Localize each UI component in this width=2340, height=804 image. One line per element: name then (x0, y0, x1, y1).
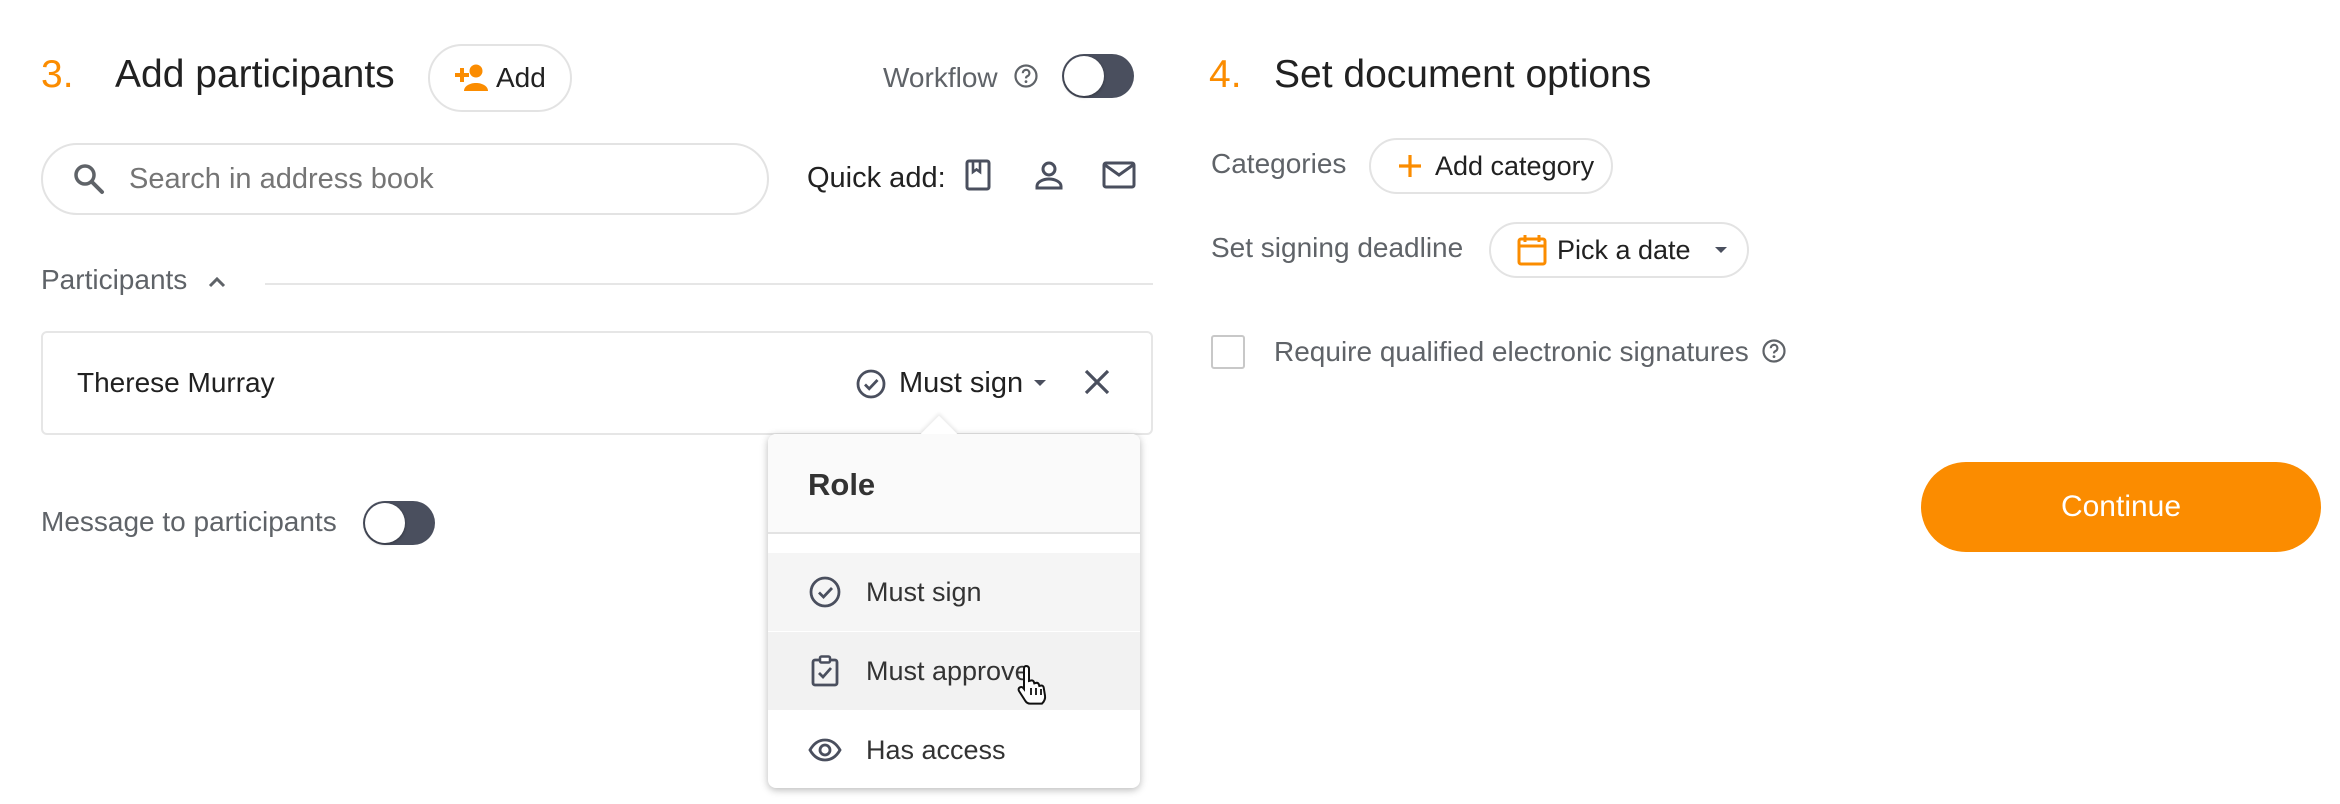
continue-button[interactable]: Continue (1921, 462, 2321, 552)
search-icon (71, 161, 107, 197)
role-option-label: Must approve (866, 655, 1030, 686)
workflow-label: Workflow (883, 62, 998, 93)
continue-button-label: Continue (2060, 490, 2182, 523)
caret-down-icon[interactable] (1032, 375, 1048, 391)
workflow-toggle[interactable] (1062, 54, 1134, 98)
address-book-search-field[interactable]: Search in address book (41, 143, 769, 215)
role-menu-header: Role (768, 434, 1140, 534)
message-toggle[interactable] (363, 501, 435, 545)
role-option-label: Must sign (866, 576, 982, 607)
participants-section-label[interactable]: Participants (41, 264, 187, 296)
participants-divider (265, 283, 1153, 285)
eye-icon (808, 733, 842, 767)
add-category-button[interactable]: Add category (1369, 138, 1613, 194)
categories-label: Categories (1211, 148, 1347, 179)
add-participant-button[interactable]: Add (428, 44, 572, 112)
check-circle-icon (855, 368, 887, 400)
caret-down-icon (1713, 242, 1729, 258)
role-menu: Role Must sign Must approve Has access (768, 415, 1140, 789)
participant-row: Therese Murray Must sign (41, 331, 1153, 435)
qualified-signatures-checkbox[interactable] (1211, 335, 1245, 369)
workflow-help-icon[interactable] (1013, 63, 1039, 89)
signing-deadline-label: Set signing deadline (1211, 232, 1464, 263)
add-category-label: Add category (1435, 150, 1595, 181)
participant-name: Therese Murray (77, 367, 275, 398)
section-title-add-participants: Add participants (115, 53, 395, 96)
person-add-icon (452, 63, 488, 93)
step-number-4: 4. (1209, 53, 1242, 96)
qualified-signatures-label: Require qualified electronic signatures (1274, 336, 1749, 367)
role-option-must-approve[interactable]: Must approve (768, 632, 1140, 710)
role-dropdown[interactable]: Must sign (899, 367, 1023, 400)
address-book-icon[interactable] (961, 158, 995, 192)
quick-add-label: Quick add: (807, 162, 946, 194)
role-option-has-access[interactable]: Has access (768, 711, 1140, 789)
section-title-document-options: Set document options (1274, 53, 1652, 96)
plus-icon (1397, 153, 1423, 179)
step-number-3: 3. (41, 53, 74, 96)
role-option-must-sign[interactable]: Must sign (768, 553, 1140, 631)
chevron-up-icon[interactable] (205, 270, 229, 294)
role-menu-title: Role (808, 467, 876, 502)
qualified-signatures-help-icon[interactable] (1761, 338, 1787, 364)
remove-participant-icon[interactable] (1081, 366, 1113, 398)
add-participant-label: Add (496, 62, 546, 93)
role-option-label: Has access (866, 734, 1006, 765)
clipboard-check-icon (808, 654, 842, 688)
check-circle-icon (808, 575, 842, 609)
pick-date-label: Pick a date (1557, 234, 1691, 265)
message-to-participants-label: Message to participants (41, 506, 337, 537)
person-icon[interactable] (1032, 158, 1066, 192)
pick-date-button[interactable]: Pick a date (1489, 222, 1749, 278)
hand-pointer-cursor-icon (1016, 662, 1052, 706)
calendar-icon (1517, 234, 1547, 266)
email-icon[interactable] (1101, 158, 1137, 192)
search-input[interactable]: Search in address book (129, 163, 434, 196)
